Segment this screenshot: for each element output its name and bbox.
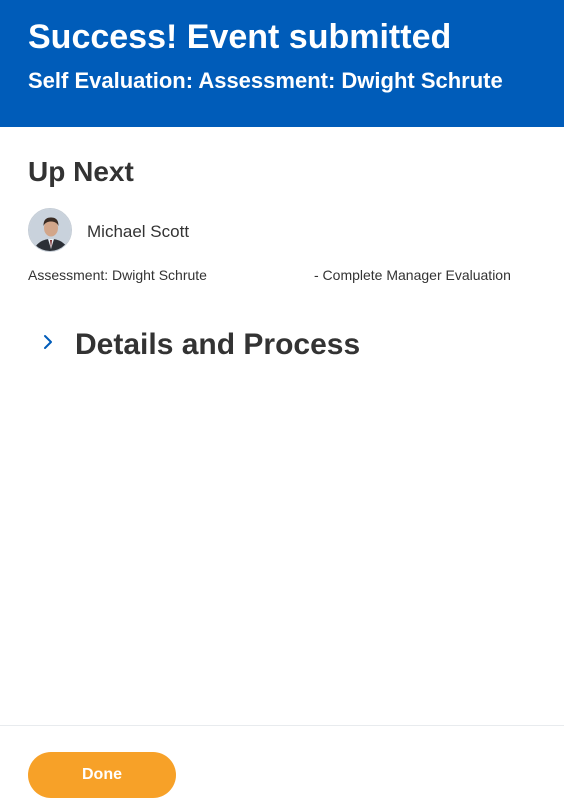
done-button[interactable]: Done — [28, 752, 176, 798]
person-name[interactable]: Michael Scott — [87, 221, 189, 243]
task-step: - Complete Manager Evaluation — [314, 267, 511, 283]
up-next-heading: Up Next — [28, 156, 134, 187]
user-avatar — [28, 208, 72, 252]
banner-subtitle: Self Evaluation: Assessment: Dwight Schr… — [28, 68, 503, 93]
details-and-process-toggle[interactable]: Details and Process — [36, 322, 436, 366]
details-and-process-label: Details and Process — [75, 328, 361, 361]
chevron-right-icon — [44, 335, 52, 349]
banner-title: Success! Event submitted — [28, 18, 452, 56]
user-avatar-photo — [29, 209, 71, 251]
task-assessment: Assessment: Dwight Schrute — [28, 267, 207, 283]
footer-divider — [0, 725, 564, 726]
success-banner: Success! Event submitted Self Evaluation… — [0, 0, 564, 127]
